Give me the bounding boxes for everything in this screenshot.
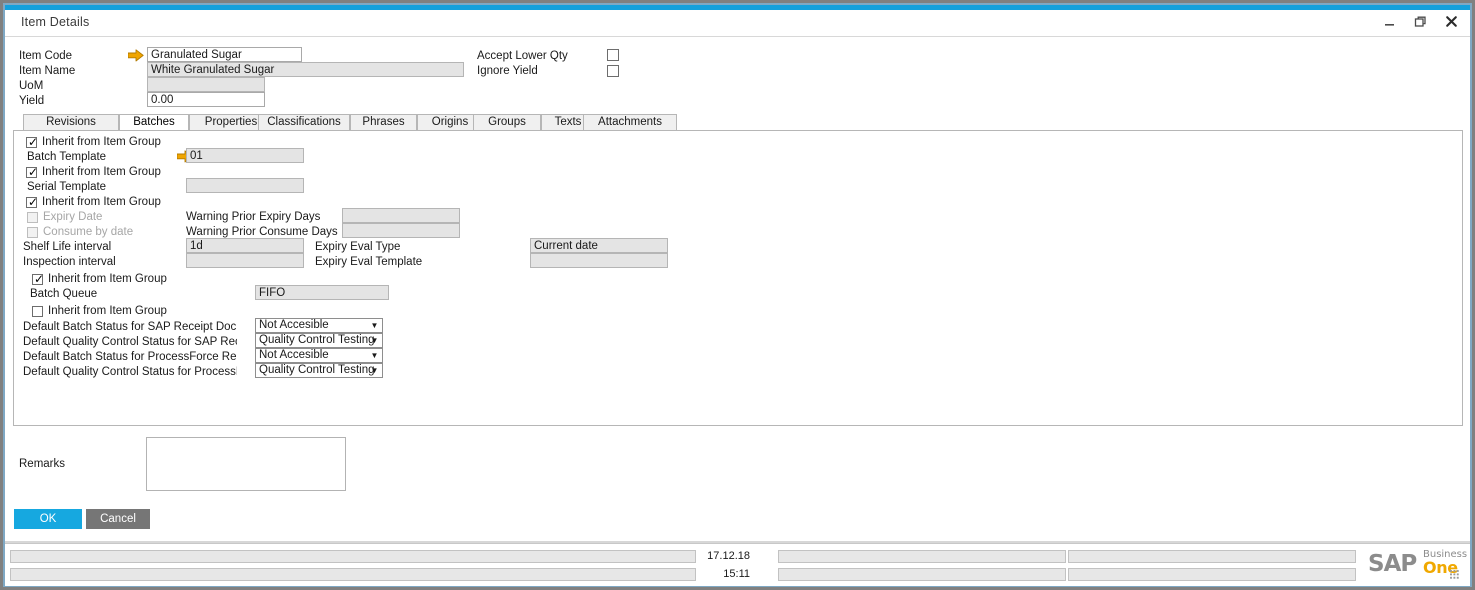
label-yield: Yield bbox=[19, 95, 45, 107]
label-expiry-eval-type: Expiry Eval Type bbox=[315, 241, 401, 253]
item-code-input[interactable]: Granulated Sugar bbox=[147, 47, 302, 62]
minimize-button[interactable] bbox=[1381, 13, 1398, 30]
batch-queue-input[interactable]: FIFO bbox=[255, 285, 389, 300]
ok-button[interactable]: OK bbox=[14, 509, 82, 529]
warning-prior-consume-days-input[interactable] bbox=[342, 223, 460, 238]
header-form: Item Code Granulated Sugar Item Name Whi… bbox=[0, 40, 1475, 110]
close-button[interactable] bbox=[1443, 13, 1460, 30]
status-bar: 17.12.18 15:11 bbox=[5, 543, 1470, 586]
link-arrow-icon-item-code[interactable] bbox=[127, 49, 144, 62]
consume-by-date-checkbox bbox=[27, 227, 38, 238]
status-field-right-bottom bbox=[1068, 568, 1356, 581]
chevron-down-icon: ▼ bbox=[370, 321, 379, 330]
label-warning-prior-expiry-days: Warning Prior Expiry Days bbox=[186, 211, 321, 223]
label-batch-template: Batch Template bbox=[27, 151, 107, 163]
window-controls bbox=[1381, 13, 1460, 30]
label-warning-prior-consume-days: Warning Prior Consume Days bbox=[186, 226, 338, 238]
label-remarks: Remarks bbox=[19, 458, 66, 470]
status-field-right-top bbox=[1068, 550, 1356, 563]
label-inherit-serial-template: Inherit from Item Group bbox=[42, 166, 161, 178]
label-inherit-batch-queue: Inherit from Item Group bbox=[48, 273, 167, 285]
yield-input[interactable]: 0.00 bbox=[147, 92, 265, 107]
expiry-eval-template-input[interactable] bbox=[530, 253, 668, 268]
serial-template-input[interactable] bbox=[186, 178, 304, 193]
default-qc-status-sap-receipt-dropdown[interactable]: Quality Control Testing ▼ bbox=[255, 333, 383, 348]
check-mark-icon: ✓ bbox=[28, 195, 39, 209]
page-title: Item Details bbox=[21, 15, 90, 29]
remarks-textarea[interactable] bbox=[146, 437, 346, 491]
label-batch-queue: Batch Queue bbox=[30, 288, 98, 300]
label-consume-by-date: Consume by date bbox=[43, 226, 134, 238]
label-shelf-life-interval: Shelf Life interval bbox=[23, 241, 112, 253]
label-inherit-statuses: Inherit from Item Group bbox=[48, 305, 167, 317]
dropdown-value: Not Accesible bbox=[259, 349, 329, 361]
chevron-down-icon: ▼ bbox=[370, 351, 379, 360]
tab-classifications[interactable]: Classifications bbox=[258, 114, 350, 131]
status-field-mid-bottom bbox=[778, 568, 1066, 581]
tab-groups[interactable]: Groups bbox=[473, 114, 541, 131]
status-field-mid-top bbox=[778, 550, 1066, 563]
label-uom: UoM bbox=[19, 80, 44, 92]
label-inspection-interval: Inspection interval bbox=[23, 256, 116, 268]
cancel-button[interactable]: Cancel bbox=[86, 509, 150, 529]
label-accept-lower-qty: Accept Lower Qty bbox=[477, 50, 568, 62]
ignore-yield-checkbox[interactable] bbox=[607, 65, 619, 77]
inherit-batch-template-checkbox[interactable]: ✓ bbox=[26, 135, 39, 149]
item-name-input[interactable]: White Granulated Sugar bbox=[147, 62, 464, 77]
tab-strip: Revisions Batches Properties Classificat… bbox=[13, 114, 1463, 131]
inspection-interval-input[interactable] bbox=[186, 253, 304, 268]
check-mark-icon: ✓ bbox=[28, 135, 39, 149]
label-item-name: Item Name bbox=[19, 65, 76, 77]
dropdown-value: Quality Control Testing bbox=[259, 364, 375, 376]
label-item-code: Item Code bbox=[19, 50, 73, 62]
default-qc-status-processforce-dropdown[interactable]: Quality Control Testing ▼ bbox=[255, 363, 383, 378]
tab-revisions[interactable]: Revisions bbox=[23, 114, 119, 131]
shelf-life-interval-input[interactable]: 1d bbox=[186, 238, 304, 253]
sap-wordmark: SAP bbox=[1368, 551, 1417, 577]
inherit-statuses-checkbox[interactable] bbox=[32, 306, 43, 317]
tab-phrases[interactable]: Phrases bbox=[350, 114, 417, 131]
batch-template-input[interactable]: 01 bbox=[186, 148, 304, 163]
label-inherit-expiry: Inherit from Item Group bbox=[42, 196, 161, 208]
label-inherit-batch-template: Inherit from Item Group bbox=[42, 136, 161, 148]
restore-button[interactable] bbox=[1412, 13, 1429, 30]
warning-prior-expiry-days-input[interactable] bbox=[342, 208, 460, 223]
inherit-batch-queue-checkbox[interactable]: ✓ bbox=[32, 272, 45, 286]
label-expiry-eval-template: Expiry Eval Template bbox=[315, 256, 423, 268]
item-details-window: Item Details Item Code Granulated Sugar … bbox=[0, 0, 1475, 590]
default-batch-status-processforce-receipt-dropdown[interactable]: Not Accesible ▼ bbox=[255, 348, 383, 363]
expiry-date-checkbox bbox=[27, 212, 38, 223]
label-ignore-yield: Ignore Yield bbox=[477, 65, 538, 77]
default-batch-status-sap-receipt-dropdown[interactable]: Not Accesible ▼ bbox=[255, 318, 383, 333]
label-default-qc-status-sap-receipt: Default Quality Control Status for SAP R… bbox=[23, 336, 237, 348]
label-default-batch-status-sap-receipt: Default Batch Status for SAP Receipt Doc… bbox=[23, 321, 237, 333]
status-message-field-top bbox=[10, 550, 696, 563]
expiry-eval-type-input[interactable]: Current date bbox=[530, 238, 668, 253]
label-serial-template: Serial Template bbox=[27, 181, 107, 193]
uom-input[interactable] bbox=[147, 77, 265, 92]
dropdown-value: Not Accesible bbox=[259, 319, 329, 331]
inherit-serial-template-checkbox[interactable]: ✓ bbox=[26, 165, 39, 179]
resize-grip[interactable] bbox=[1450, 570, 1460, 580]
status-date: 17.12.18 bbox=[707, 550, 750, 562]
label-default-qc-status-processforce: Default Quality Control Status for Proce… bbox=[23, 366, 237, 378]
dropdown-value: Quality Control Testing bbox=[259, 334, 375, 346]
chevron-down-icon: ▼ bbox=[370, 366, 379, 375]
title-bar: Item Details bbox=[5, 10, 1470, 37]
tab-attachments[interactable]: Attachments bbox=[583, 114, 677, 131]
batches-tab-panel: ✓ Inherit from Item Group Batch Template… bbox=[13, 130, 1463, 426]
tab-batches[interactable]: Batches bbox=[119, 114, 189, 131]
chevron-down-icon: ▼ bbox=[370, 336, 379, 345]
check-mark-icon: ✓ bbox=[34, 272, 45, 286]
inherit-expiry-checkbox[interactable]: ✓ bbox=[26, 195, 39, 209]
label-expiry-date: Expiry Date bbox=[43, 211, 103, 223]
check-mark-icon: ✓ bbox=[28, 165, 39, 179]
status-message-field-bottom bbox=[10, 568, 696, 581]
status-time: 15:11 bbox=[723, 568, 750, 580]
accept-lower-qty-checkbox[interactable] bbox=[607, 49, 619, 61]
label-default-batch-status-processforce-receipt: Default Batch Status for ProcessForce Re… bbox=[23, 351, 237, 363]
